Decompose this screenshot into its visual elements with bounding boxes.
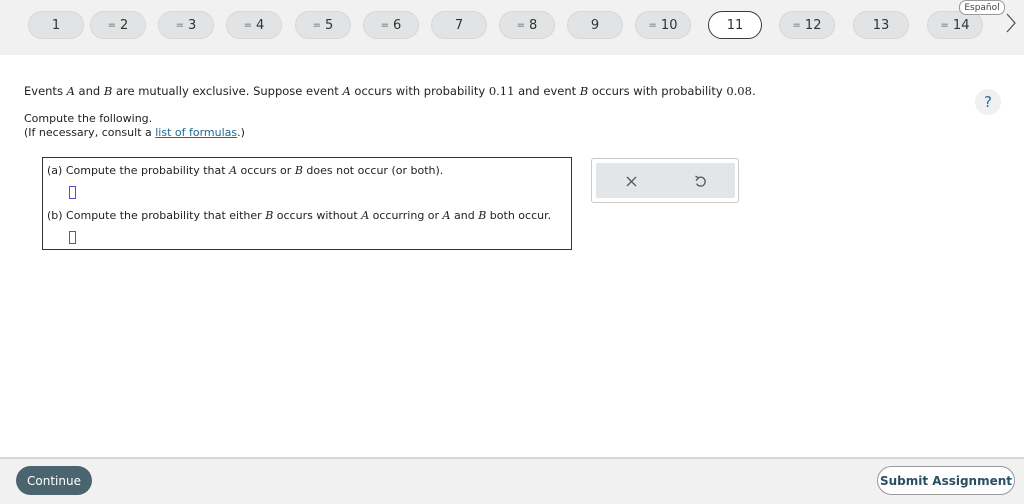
help-button[interactable]: ? xyxy=(975,89,1001,115)
question-nav-button-4[interactable]: = 4 xyxy=(226,11,282,39)
answered-marker-icon: = xyxy=(243,19,253,31)
question-nav-button-8[interactable]: = 8 xyxy=(499,11,555,39)
continue-button[interactable]: Continue xyxy=(16,466,92,495)
answered-marker-icon: = xyxy=(107,19,117,31)
answer-toolbox xyxy=(591,158,739,203)
part-b-prompt: (b) Compute the probability that either … xyxy=(47,209,552,222)
submit-assignment-button[interactable]: Submit Assignment xyxy=(877,466,1015,495)
question-number: 13 xyxy=(872,17,890,33)
toolbox-panel xyxy=(596,163,735,198)
compute-instructions: Compute the following. (If necessary, co… xyxy=(24,112,245,140)
chevron-right-icon xyxy=(1006,13,1016,33)
question-nav-button-3[interactable]: = 3 xyxy=(158,11,214,39)
question-number: 7 xyxy=(454,17,464,33)
question-number: 5 xyxy=(325,17,334,33)
question-number: 8 xyxy=(529,17,538,33)
question-number: 12 xyxy=(804,17,822,33)
question-nav-button-12[interactable]: = 12 xyxy=(779,11,835,39)
clear-button[interactable] xyxy=(619,169,643,193)
part-a-answer-input[interactable] xyxy=(69,186,76,199)
question-number: 14 xyxy=(952,17,970,33)
question-nav-button-2[interactable]: = 2 xyxy=(90,11,146,39)
question-number: 11 xyxy=(726,17,744,33)
question-navigation-bar: 1 = 2 = 3 = 4 = 5 = 6 7 = 8 9 = 10 11 = 12 13 = 14 xyxy=(0,0,1024,55)
question-nav-button-7[interactable]: 7 xyxy=(431,11,487,39)
answered-marker-icon: = xyxy=(312,19,322,31)
formulas-link[interactable]: list of formulas xyxy=(155,126,237,139)
answered-marker-icon: = xyxy=(940,19,949,31)
question-number: 4 xyxy=(256,17,265,33)
undo-button[interactable] xyxy=(688,169,712,193)
question-nav-button-10[interactable]: = 10 xyxy=(635,11,691,39)
question-nav-button-11[interactable]: 11 xyxy=(708,11,762,39)
question-number: 6 xyxy=(393,17,402,33)
question-nav-button-6[interactable]: = 6 xyxy=(363,11,419,39)
part-b-answer-input[interactable] xyxy=(69,231,76,244)
question-nav-button-9[interactable]: 9 xyxy=(567,11,623,39)
next-questions-arrow[interactable] xyxy=(1001,12,1021,34)
answered-marker-icon: = xyxy=(792,19,801,31)
answered-marker-icon: = xyxy=(175,19,185,31)
question-nav-button-5[interactable]: = 5 xyxy=(295,11,351,39)
close-icon xyxy=(626,176,636,186)
answered-marker-icon: = xyxy=(380,19,390,31)
question-nav-button-14[interactable]: = 14 xyxy=(927,11,983,39)
part-a-prompt: (a) Compute the probability that A occur… xyxy=(47,164,444,177)
question-nav-button-13[interactable]: 13 xyxy=(853,11,909,39)
question-nav-button-1[interactable]: 1 xyxy=(28,11,84,39)
undo-icon xyxy=(694,174,706,187)
footer-bar xyxy=(0,457,1024,504)
answered-marker-icon: = xyxy=(516,19,526,31)
question-text: Events A and B are mutually exclusive. S… xyxy=(24,84,756,98)
help-icon: ? xyxy=(984,93,992,111)
question-number: 2 xyxy=(120,17,129,33)
language-label: Español xyxy=(964,2,1000,13)
question-number: 10 xyxy=(660,17,678,33)
question-number: 9 xyxy=(590,17,600,33)
formulas-line: (If necessary, consult a list of formula… xyxy=(24,126,245,139)
language-toggle[interactable]: Español xyxy=(959,0,1005,15)
compute-line: Compute the following. xyxy=(24,112,153,125)
question-number: 3 xyxy=(188,17,197,33)
answered-marker-icon: = xyxy=(648,19,657,31)
answer-box: (a) Compute the probability that A occur… xyxy=(42,157,572,250)
question-number: 1 xyxy=(51,17,61,33)
